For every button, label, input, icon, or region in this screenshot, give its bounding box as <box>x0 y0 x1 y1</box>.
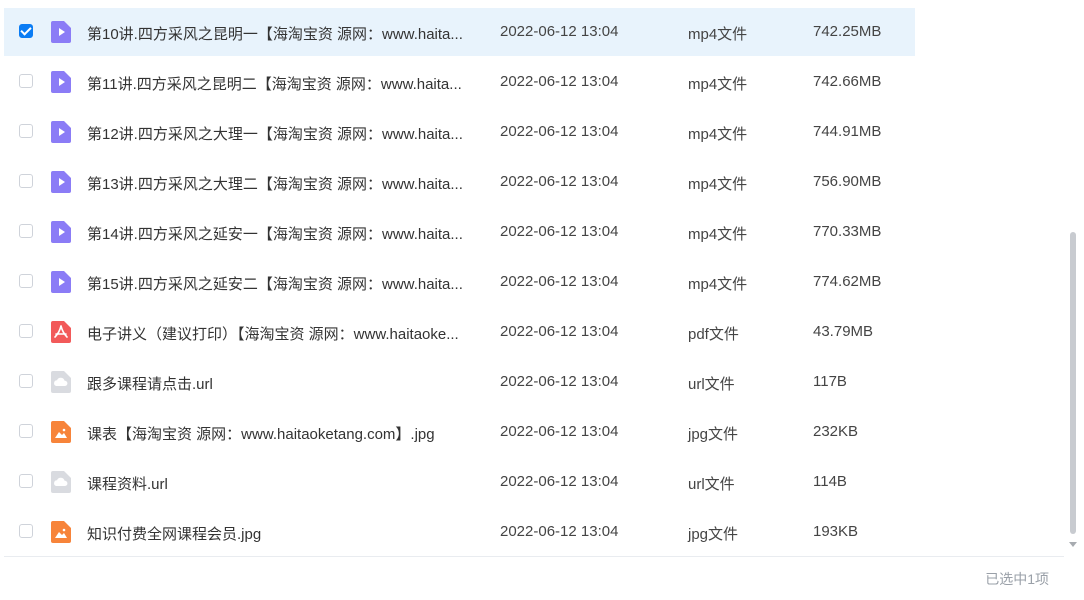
file-type: mp4文件 <box>688 176 748 193</box>
file-type: jpg文件 <box>688 426 739 443</box>
file-name[interactable]: 课表【海淘宝资 源网：www.haitaoketang.com】.jpg <box>87 423 482 444</box>
file-name[interactable]: 电子讲义（建议打印）【海淘宝资 源网：www.haitaoke... <box>87 323 482 344</box>
file-name[interactable]: 第15讲.四方采风之延安二【海淘宝资 源网：www.haita... <box>87 273 482 294</box>
file-date: 2022-06-12 13:04 <box>500 373 619 390</box>
row-checkbox[interactable] <box>19 374 33 388</box>
file-date: 2022-06-12 13:04 <box>500 523 619 540</box>
footer-divider <box>4 556 1064 557</box>
video-file-icon <box>51 21 71 43</box>
file-name[interactable]: 第11讲.四方采风之昆明二【海淘宝资 源网：www.haita... <box>87 73 482 94</box>
row-checkbox[interactable] <box>19 274 33 288</box>
row-checkbox[interactable] <box>19 524 33 538</box>
row-checkbox[interactable] <box>19 74 33 88</box>
file-type: jpg文件 <box>688 526 739 543</box>
file-list: 第10讲.四方采风之昆明一【海淘宝资 源网：www.haita... 2022-0… <box>0 8 1064 558</box>
file-date: 2022-06-12 13:04 <box>500 173 619 190</box>
file-name[interactable]: 第12讲.四方采风之大理一【海淘宝资 源网：www.haita... <box>87 123 482 144</box>
file-type: mp4文件 <box>688 276 748 293</box>
file-date: 2022-06-12 13:04 <box>500 73 619 90</box>
file-size: 742.66MB <box>813 73 882 90</box>
row-checkbox[interactable] <box>19 24 33 38</box>
video-file-icon <box>51 221 71 243</box>
file-row[interactable]: 课程资料.url 2022-06-12 13:04 url文件 114B <box>0 458 1064 508</box>
video-file-icon <box>51 271 71 293</box>
file-name[interactable]: 第10讲.四方采风之昆明一【海淘宝资 源网：www.haita... <box>87 23 482 44</box>
file-date: 2022-06-12 13:04 <box>500 23 619 40</box>
file-name[interactable]: 第13讲.四方采风之大理二【海淘宝资 源网：www.haita... <box>87 173 482 194</box>
selection-status: 已选中1项 <box>985 571 1049 587</box>
row-checkbox[interactable] <box>19 174 33 188</box>
file-size: 232KB <box>813 423 859 440</box>
video-file-icon <box>51 71 71 93</box>
row-checkbox[interactable] <box>19 124 33 138</box>
file-date: 2022-06-12 13:04 <box>500 473 619 490</box>
file-size: 742.25MB <box>813 23 882 40</box>
row-checkbox[interactable] <box>19 324 33 338</box>
row-checkbox[interactable] <box>19 424 33 438</box>
file-size: 756.90MB <box>813 173 882 190</box>
file-row[interactable]: 课表【海淘宝资 源网：www.haitaoketang.com】.jpg 2022… <box>0 408 1064 458</box>
file-row[interactable]: 第14讲.四方采风之延安一【海淘宝资 源网：www.haita... 2022-0… <box>0 208 1064 258</box>
file-list-panel: 第10讲.四方采风之昆明一【海淘宝资 源网：www.haita... 2022-0… <box>0 0 1084 600</box>
file-row[interactable]: 第15讲.四方采风之延安二【海淘宝资 源网：www.haita... 2022-0… <box>0 258 1064 308</box>
file-type: pdf文件 <box>688 326 739 343</box>
file-name[interactable]: 课程资料.url <box>87 473 482 494</box>
file-row[interactable]: 第11讲.四方采风之昆明二【海淘宝资 源网：www.haita... 2022-0… <box>0 58 1064 108</box>
file-type: mp4文件 <box>688 26 748 43</box>
pdf-file-icon <box>51 321 71 343</box>
image-file-icon <box>51 521 71 543</box>
file-size: 774.62MB <box>813 273 882 290</box>
file-size: 43.79MB <box>813 323 874 340</box>
image-file-icon <box>51 421 71 443</box>
file-row[interactable]: 电子讲义（建议打印）【海淘宝资 源网：www.haitaoke... 2022-0… <box>0 308 1064 358</box>
file-size: 770.33MB <box>813 223 882 240</box>
file-date: 2022-06-12 13:04 <box>500 223 619 240</box>
file-name[interactable]: 知识付费全网课程会员.jpg <box>87 523 482 544</box>
row-checkbox[interactable] <box>19 224 33 238</box>
file-type: url文件 <box>688 376 735 393</box>
video-file-icon <box>51 121 71 143</box>
file-type: url文件 <box>688 476 735 493</box>
file-type: mp4文件 <box>688 126 748 143</box>
file-row[interactable]: 跟多课程请点击.url 2022-06-12 13:04 url文件 117B <box>0 358 1064 408</box>
file-date: 2022-06-12 13:04 <box>500 273 619 290</box>
file-size: 193KB <box>813 523 859 540</box>
file-type: mp4文件 <box>688 76 748 93</box>
file-row[interactable]: 第12讲.四方采风之大理一【海淘宝资 源网：www.haita... 2022-0… <box>0 108 1064 158</box>
file-date: 2022-06-12 13:04 <box>500 323 619 340</box>
row-checkbox[interactable] <box>19 474 33 488</box>
url-file-icon <box>51 471 71 493</box>
video-file-icon <box>51 171 71 193</box>
scrollbar-thumb[interactable] <box>1070 232 1076 534</box>
file-date: 2022-06-12 13:04 <box>500 123 619 140</box>
file-size: 114B <box>813 473 847 490</box>
file-size: 117B <box>813 373 847 390</box>
file-row[interactable]: 第10讲.四方采风之昆明一【海淘宝资 源网：www.haita... 2022-0… <box>0 8 1064 58</box>
file-type: mp4文件 <box>688 226 748 243</box>
scroll-down-arrow-icon[interactable] <box>1069 542 1077 547</box>
file-name[interactable]: 第14讲.四方采风之延安一【海淘宝资 源网：www.haita... <box>87 223 482 244</box>
file-row[interactable]: 第13讲.四方采风之大理二【海淘宝资 源网：www.haita... 2022-0… <box>0 158 1064 208</box>
file-size: 744.91MB <box>813 123 882 140</box>
file-row[interactable]: 知识付费全网课程会员.jpg 2022-06-12 13:04 jpg文件 193KB <box>0 508 1064 558</box>
file-name[interactable]: 跟多课程请点击.url <box>87 373 482 394</box>
url-file-icon <box>51 371 71 393</box>
file-date: 2022-06-12 13:04 <box>500 423 619 440</box>
